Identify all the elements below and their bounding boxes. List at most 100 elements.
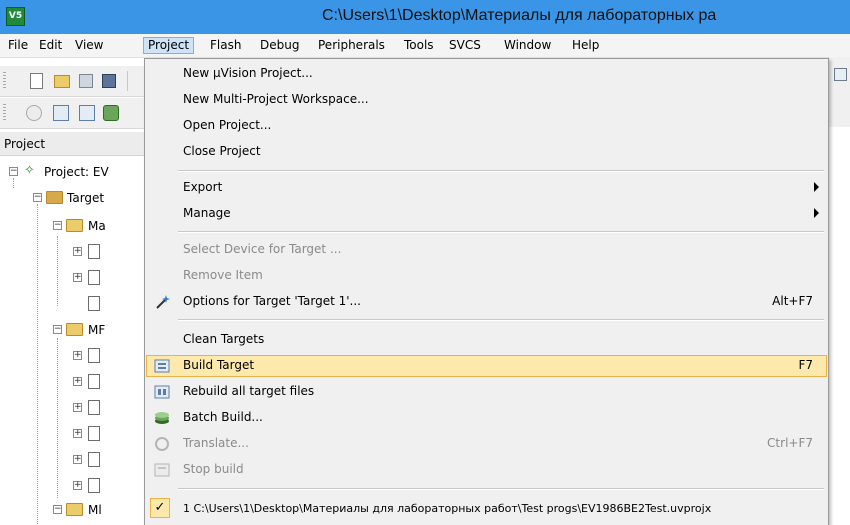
menu-item-label: Select Device for Target ... xyxy=(183,242,342,256)
file-icon xyxy=(88,452,100,467)
menu-window[interactable]: Window xyxy=(500,37,555,54)
project-tree: − ✧ Project: EV − Target − Ma + + − MF +… xyxy=(0,158,148,525)
toolbar-grip[interactable] xyxy=(3,72,6,90)
collapse-icon[interactable]: − xyxy=(53,221,62,230)
menu-item-options-for-target[interactable]: Options for Target 'Target 1'... Alt+F7 xyxy=(146,291,827,313)
menu-help[interactable]: Help xyxy=(568,37,603,54)
collapse-icon[interactable]: − xyxy=(9,167,18,176)
tree-group[interactable]: − MF xyxy=(0,320,148,342)
tree-file[interactable]: + xyxy=(0,372,148,394)
menu-peripherals[interactable]: Peripherals xyxy=(314,37,389,54)
tree-project-root[interactable]: − ✧ Project: EV xyxy=(0,162,148,184)
menu-item-export[interactable]: Export xyxy=(146,177,827,199)
menu-item-stop-build[interactable]: Stop build xyxy=(146,459,827,481)
menu-item-label: Stop build xyxy=(183,462,244,476)
menu-separator xyxy=(178,170,824,172)
file-icon xyxy=(88,296,100,311)
tree-file[interactable]: + xyxy=(0,346,148,368)
menu-item-new-multi-project[interactable]: New Multi-Project Workspace... xyxy=(146,89,827,111)
tree-label: MF xyxy=(88,323,106,337)
save-all-icon[interactable] xyxy=(102,74,116,88)
collapse-icon[interactable]: − xyxy=(33,193,42,202)
project-panel-header: Project xyxy=(0,132,148,156)
build-toolbar xyxy=(0,98,150,129)
menu-item-remove-item[interactable]: Remove Item xyxy=(146,265,827,287)
save-icon[interactable] xyxy=(79,74,93,88)
tree-file[interactable]: + xyxy=(0,476,148,498)
collapse-icon[interactable]: − xyxy=(53,325,62,334)
menu-item-label: Clean Targets xyxy=(183,332,265,346)
expand-icon[interactable]: + xyxy=(73,351,82,360)
menu-item-close-project[interactable]: Close Project xyxy=(146,141,827,163)
tree-file[interactable]: + xyxy=(0,242,148,264)
menu-project[interactable]: Project xyxy=(143,37,195,54)
menu-item-label: Build Target xyxy=(183,358,255,372)
window-title: C:\Users\1\Desktop\Материалы для лаборат… xyxy=(322,7,717,24)
batch-build-icon[interactable] xyxy=(103,105,119,121)
project-icon: ✧ xyxy=(24,163,35,178)
menu-item-label: Close Project xyxy=(183,144,261,158)
open-folder-icon[interactable] xyxy=(54,75,70,88)
expand-icon[interactable]: + xyxy=(73,377,82,386)
rebuild-icon xyxy=(154,385,170,399)
expand-icon[interactable]: + xyxy=(73,403,82,412)
build-icon[interactable] xyxy=(53,105,69,121)
menu-svcs[interactable]: SVCS xyxy=(445,37,485,54)
translate-icon[interactable] xyxy=(26,105,42,121)
menu-item-manage[interactable]: Manage xyxy=(146,203,827,225)
menu-tools[interactable]: Tools xyxy=(400,37,438,54)
collapse-icon[interactable]: − xyxy=(53,505,62,514)
menu-item-label: Remove Item xyxy=(183,268,263,282)
folder-icon xyxy=(66,219,83,232)
target-icon xyxy=(46,191,63,204)
tree-file[interactable]: + xyxy=(0,268,148,290)
expand-icon[interactable]: + xyxy=(73,247,82,256)
menu-edit[interactable]: Edit xyxy=(35,37,66,54)
tree-group[interactable]: − Ml xyxy=(0,500,148,522)
menu-view[interactable]: View xyxy=(71,37,107,54)
menu-item-batch-build[interactable]: Batch Build... xyxy=(146,407,827,429)
uvision-app-icon[interactable]: V5 xyxy=(6,7,25,26)
menu-item-rebuild-all[interactable]: Rebuild all target files xyxy=(146,381,827,403)
build-icon xyxy=(154,359,170,373)
menu-item-new-uvision-project[interactable]: New µVision Project... xyxy=(146,63,827,85)
menu-item-build-target[interactable]: Build Target F7 xyxy=(146,355,827,377)
tree-label: Ma xyxy=(88,219,106,233)
menu-item-select-device[interactable]: Select Device for Target ... xyxy=(146,239,827,261)
tree-group[interactable]: − Ma xyxy=(0,216,148,238)
batch-build-icon xyxy=(155,412,169,424)
tree-file[interactable]: + xyxy=(0,398,148,420)
toolbar-grip-2[interactable] xyxy=(3,104,6,122)
check-icon: ✓ xyxy=(150,498,170,518)
tree-file[interactable]: + xyxy=(0,450,148,472)
expand-icon[interactable]: + xyxy=(73,429,82,438)
menu-file[interactable]: File xyxy=(4,37,32,54)
menu-item-shortcut: F7 xyxy=(798,358,813,372)
menu-separator xyxy=(178,319,824,321)
title-bar: V5 C:\Users\1\Desktop\Материалы для лабо… xyxy=(0,0,850,34)
menu-item-open-project[interactable]: Open Project... xyxy=(146,115,827,137)
menu-item-shortcut: Alt+F7 xyxy=(772,294,813,308)
expand-icon[interactable]: + xyxy=(73,273,82,282)
file-icon xyxy=(88,374,100,389)
new-file-icon[interactable] xyxy=(30,73,43,89)
file-icon xyxy=(88,478,100,493)
tree-file[interactable] xyxy=(0,294,148,316)
menu-item-recent-project[interactable]: ✓ 1 C:\Users\1\Desktop\Материалы для лаб… xyxy=(146,498,827,520)
file-icon xyxy=(88,270,100,285)
window-layout-icon[interactable] xyxy=(834,68,847,81)
expand-icon[interactable]: + xyxy=(73,481,82,490)
tree-label: Target xyxy=(67,191,105,205)
expand-icon[interactable]: + xyxy=(73,455,82,464)
menu-item-label: Options for Target 'Target 1'... xyxy=(183,294,361,308)
tree-file[interactable]: + xyxy=(0,424,148,446)
menu-item-clean-targets[interactable]: Clean Targets xyxy=(146,329,827,351)
menu-item-translate[interactable]: Translate... Ctrl+F7 xyxy=(146,433,827,455)
menu-debug[interactable]: Debug xyxy=(256,37,303,54)
menu-flash[interactable]: Flash xyxy=(206,37,245,54)
rebuild-icon[interactable] xyxy=(79,105,95,121)
tree-label: Ml xyxy=(88,503,102,517)
tree-target[interactable]: − Target xyxy=(0,188,148,210)
menu-item-label: Export xyxy=(183,180,223,194)
menu-item-label: Open Project... xyxy=(183,118,272,132)
